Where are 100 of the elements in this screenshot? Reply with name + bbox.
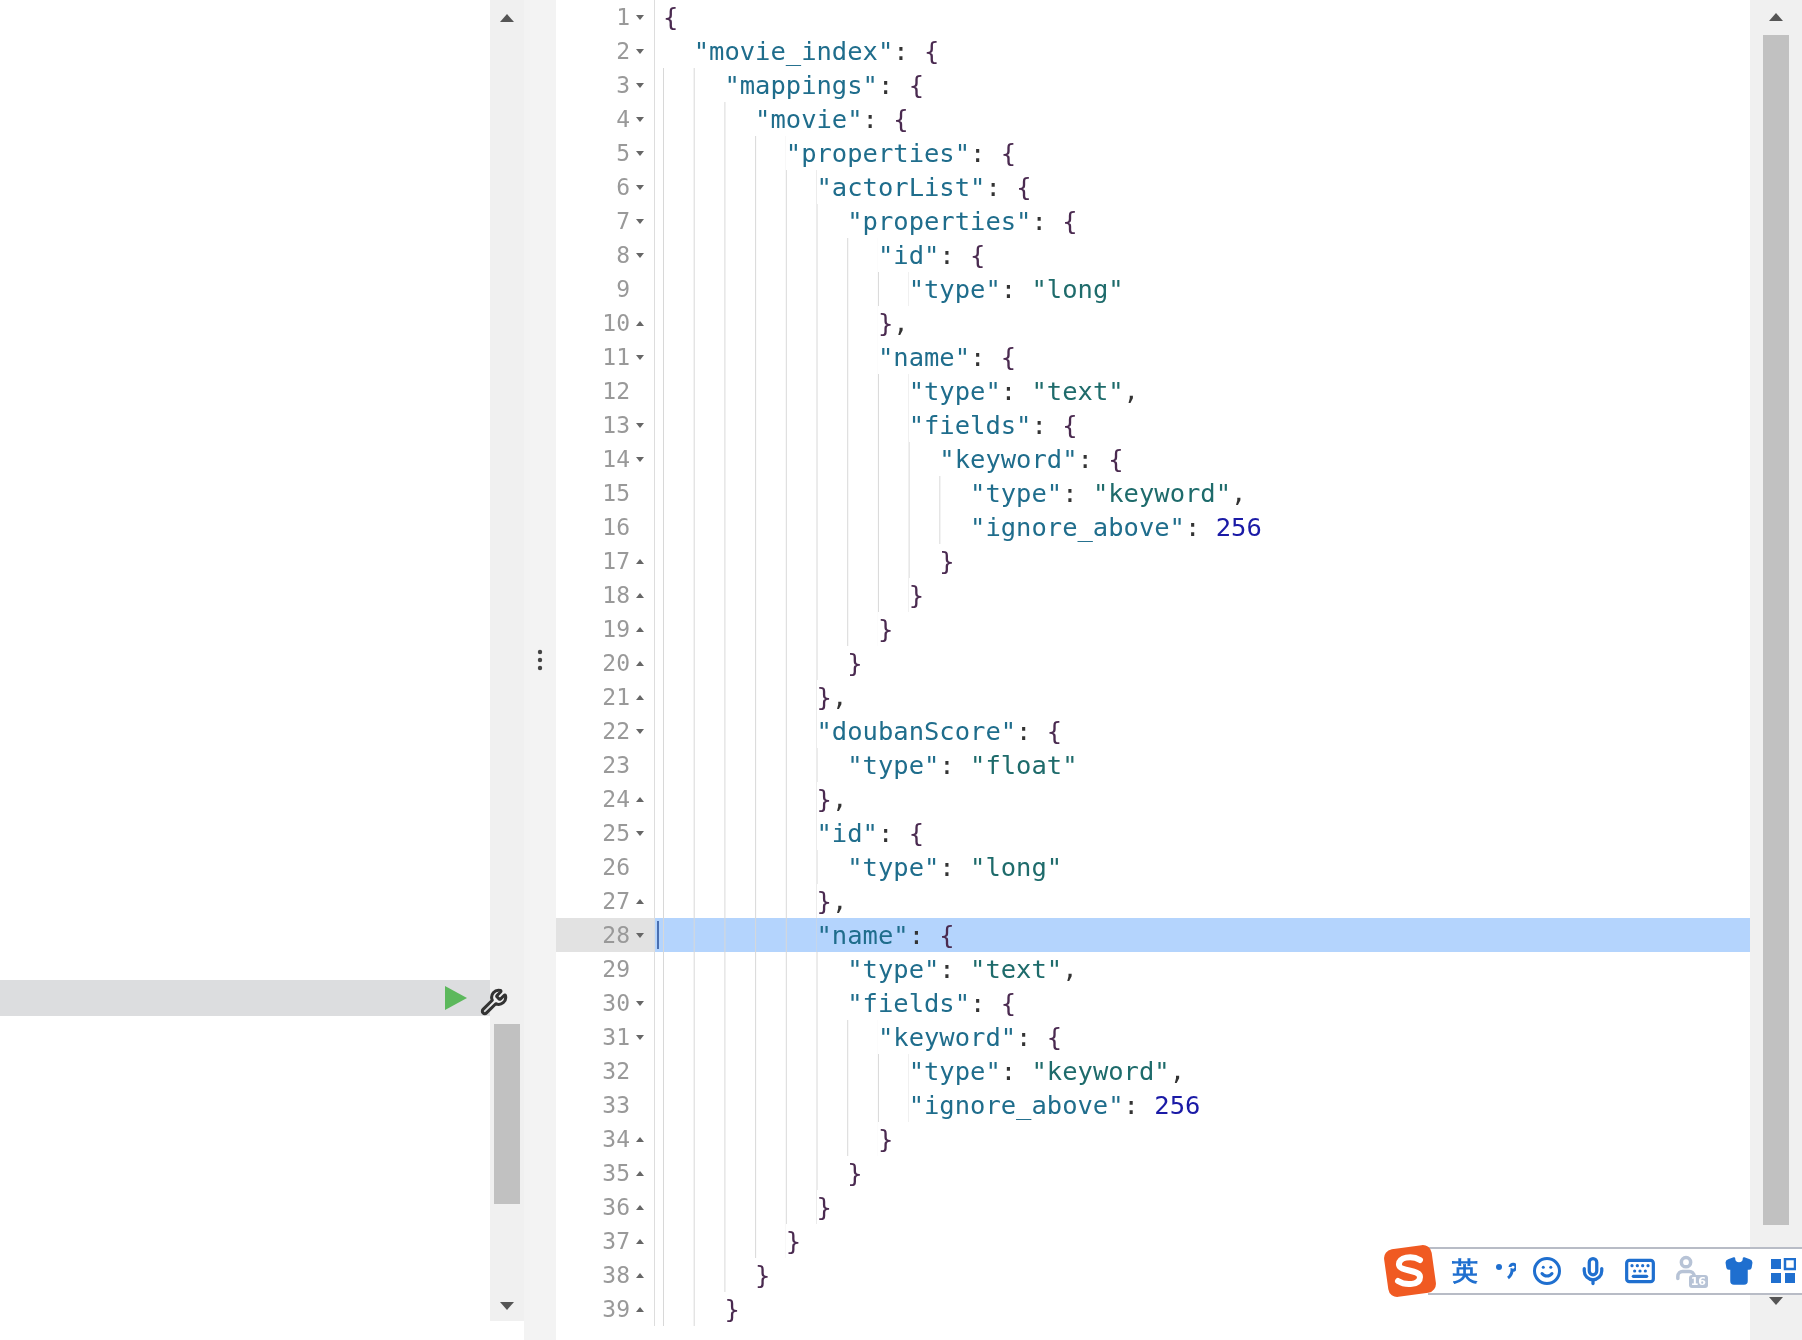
fold-arrow-icon[interactable] [636,14,644,20]
line-number: 34 [602,1125,630,1154]
line-number: 9 [616,275,630,304]
fold-arrow-icon[interactable] [636,218,644,224]
fold-arrow-icon[interactable] [636,320,644,326]
code-line: "type": "float" [847,749,1078,782]
fold-arrow-icon[interactable] [636,1034,644,1040]
fold-arrow-icon[interactable] [636,1000,644,1006]
line-number: 32 [602,1057,630,1086]
drag-handle-icon[interactable] [537,649,543,671]
code-line: "movie": { [755,103,909,136]
line-number: 21 [602,683,630,712]
line-number: 29 [602,955,630,984]
fold-arrow-icon[interactable] [636,558,644,564]
code-line: } [939,545,955,578]
shirt-icon[interactable] [1724,1256,1754,1286]
line-number: 39 [602,1295,630,1324]
fold-arrow-icon[interactable] [636,1238,644,1244]
line-number: 6 [616,173,630,202]
fold-arrow-icon[interactable] [636,184,644,190]
code-line: "movie_index": { [693,35,940,68]
fold-arrow-icon[interactable] [636,728,644,734]
code-line: "name": { [816,919,955,952]
line-number: 36 [602,1193,630,1222]
fold-arrow-icon[interactable] [636,116,644,122]
fold-arrow-icon[interactable] [636,796,644,802]
fold-arrow-icon[interactable] [636,150,644,156]
fold-arrow-icon[interactable] [636,422,644,428]
wrench-button[interactable] [478,986,510,1018]
code-line: }, [877,307,909,340]
fold-arrow-icon[interactable] [636,660,644,666]
code-line: } [755,1259,771,1292]
scroll-down-arrow-icon[interactable] [500,1302,514,1310]
line-number: 14 [602,445,630,474]
code-line: "name": { [877,341,1017,374]
line-number: 20 [602,649,630,678]
line-number: 11 [602,343,630,372]
code-line: "ignore_above": 256 [908,1089,1201,1122]
code-line: { [663,1,679,34]
scrollbar[interactable] [1750,0,1802,1340]
line-number: 2 [616,37,630,66]
fold-arrow-icon[interactable] [636,830,644,836]
code-line: "type": "keyword", [970,477,1247,510]
fold-arrow-icon[interactable] [636,694,644,700]
scrollbar[interactable] [490,0,524,1321]
line-number: 17 [602,547,630,576]
input-mode-label[interactable]: 英 [1452,1253,1478,1289]
line-number: 4 [616,105,630,134]
fold-arrow-icon[interactable] [636,898,644,904]
smile-icon[interactable] [1532,1256,1562,1286]
fold-arrow-icon[interactable] [636,456,644,462]
line-number: 30 [602,989,630,1018]
code-line: "fields": { [847,987,1017,1020]
code-line: "doubanScore": { [816,715,1063,748]
line-number: 19 [602,615,630,644]
fold-arrow-icon[interactable] [636,626,644,632]
code-line: "type": "text", [908,375,1139,408]
fold-arrow-icon[interactable] [636,1136,644,1142]
line-number: 22 [602,717,630,746]
line-number: 35 [602,1159,630,1188]
line-number: 18 [602,581,630,610]
fold-arrow-icon[interactable] [636,1204,644,1210]
line-number: 37 [602,1227,630,1256]
line-number: 1 [616,3,630,32]
code-line: } [847,1157,863,1190]
line-number: 23 [602,751,630,780]
line-number: 7 [616,207,630,236]
line-number: 33 [602,1091,630,1120]
fold-arrow-icon[interactable] [636,1272,644,1278]
code-line: } [816,1191,832,1224]
code-line: "type": "text", [847,953,1078,986]
code-line: }, [816,885,848,918]
text-cursor [657,921,659,949]
scrollbar-thumb[interactable] [494,1024,520,1204]
fold-arrow-icon[interactable] [636,1306,644,1312]
user-badge: 16 [1688,1275,1708,1288]
scroll-up-arrow-icon[interactable] [1769,13,1783,21]
fold-arrow-icon[interactable] [636,354,644,360]
code-line: } [908,579,924,612]
fold-arrow-icon[interactable] [636,82,644,88]
code-line: "type": "long" [847,851,1063,884]
code-line: "fields": { [908,409,1078,442]
line-number: 24 [602,785,630,814]
code-line: } [877,1123,894,1156]
fold-arrow-icon[interactable] [636,932,644,938]
grid-icon[interactable] [1770,1258,1796,1284]
code-line: "properties": { [847,205,1078,238]
line-number: 31 [602,1023,630,1052]
fold-arrow-icon[interactable] [636,592,644,598]
fold-arrow-icon[interactable] [636,252,644,258]
code-line: "keyword": { [877,1021,1063,1054]
code-line: "type": "keyword", [908,1055,1185,1088]
code-line: } [724,1293,740,1326]
fold-arrow-icon[interactable] [636,1170,644,1176]
scroll-up-arrow-icon[interactable] [500,14,514,22]
scrollbar-thumb[interactable] [1763,35,1789,1225]
line-number: 28 [602,921,630,950]
line-number: 8 [616,241,630,270]
code-line: "actorList": { [816,171,1032,204]
fold-arrow-icon[interactable] [636,48,644,54]
